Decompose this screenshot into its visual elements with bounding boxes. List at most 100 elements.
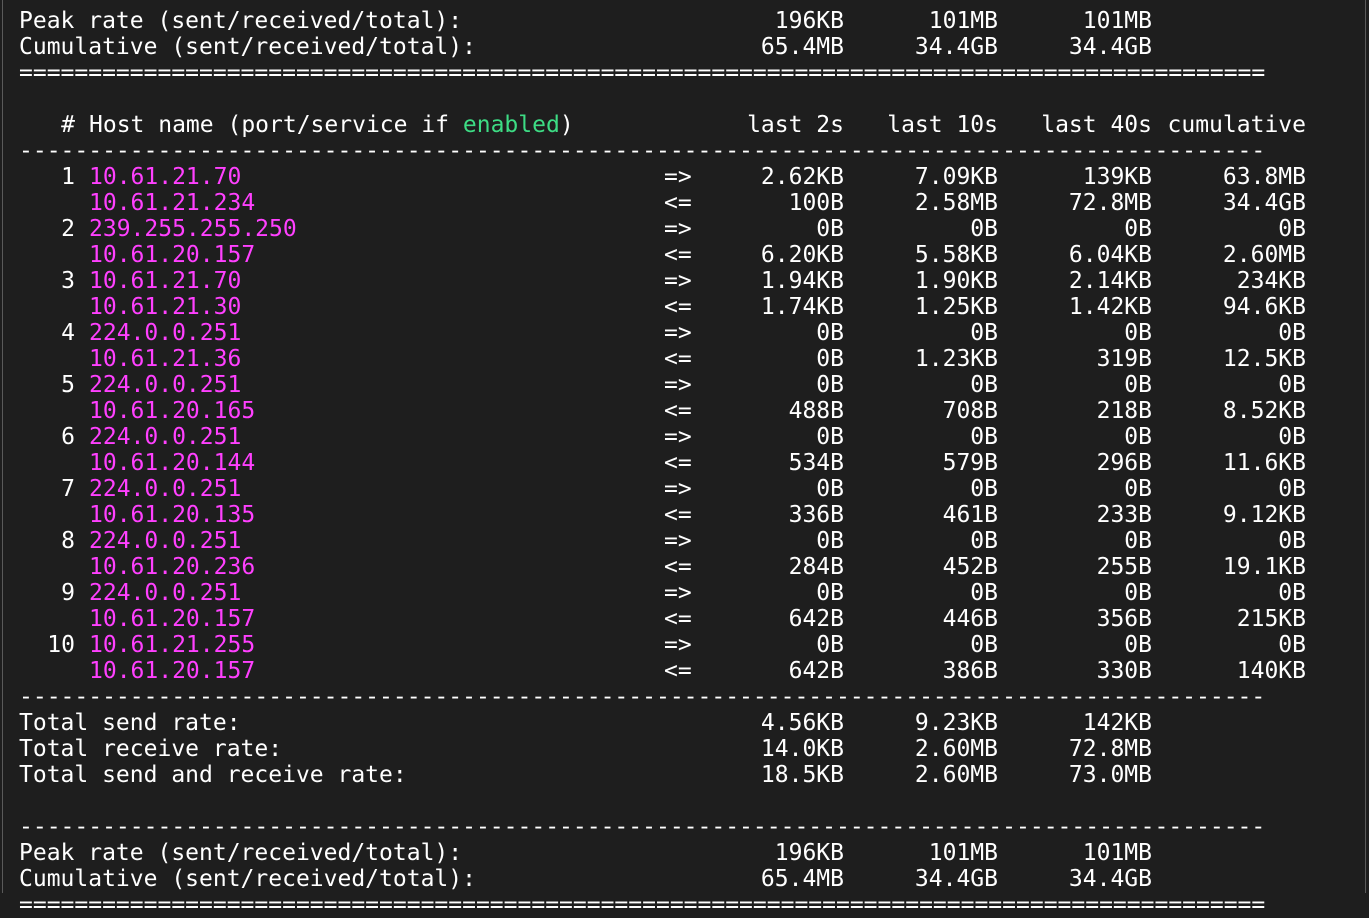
double-rule: ========================================… (19, 892, 1266, 918)
peak-rate-line: Peak rate (sent/received/total): 196KB 101… (19, 840, 1319, 866)
host-name: 10.61.20.135 (89, 502, 256, 528)
direction-arrow: <= (664, 346, 692, 372)
host-name: 224.0.0.251 (89, 476, 242, 502)
row-number: 8 (61, 528, 75, 554)
direction-arrow: <= (664, 398, 692, 424)
total-value: 2.60MB (914, 762, 998, 788)
rate-value: 0B (1124, 424, 1152, 450)
host-name: 10.61.21.36 (89, 346, 242, 372)
row-number: 5 (61, 372, 75, 398)
rate-value: 19.1KB (1222, 554, 1306, 580)
rate-value: 0B (1124, 372, 1152, 398)
column-header: # Host name (port/service if enabled) last… (19, 112, 1319, 138)
direction-arrow: <= (664, 658, 692, 684)
rate-value: 8.52KB (1222, 398, 1306, 424)
host-name: 10.61.20.144 (89, 450, 256, 476)
rate-value: 11.6KB (1222, 450, 1306, 476)
host-name: 10.61.21.70 (89, 164, 242, 190)
row-number: 7 (61, 476, 75, 502)
double-rule: ========================================… (19, 60, 1266, 86)
cumulative-line-value: 65.4MB (760, 34, 844, 60)
rate-value: 12.5KB (1222, 346, 1306, 372)
header-enabled-text: enabled (462, 112, 560, 138)
host-name: 10.61.21.70 (89, 268, 242, 294)
rate-value: 1.42KB (1068, 294, 1152, 320)
peak-rate-line-value: 196KB (774, 8, 844, 34)
host-name: 224.0.0.251 (89, 320, 242, 346)
rate-value: 0B (1278, 424, 1306, 450)
cumulative-line: Cumulative (sent/received/total): 65.4MB 3… (19, 34, 1319, 60)
header-num: # (61, 112, 75, 138)
total-value: 2.60MB (914, 736, 998, 762)
rate-value: 0B (1278, 320, 1306, 346)
rate-value: 356B (1096, 606, 1152, 632)
table-row: 10.61.20.236 <= 284B 452B 255B 19.1KB (19, 554, 1319, 580)
rate-value: 34.4GB (1222, 190, 1306, 216)
rate-value: 0B (816, 346, 844, 372)
host-name: 224.0.0.251 (89, 580, 242, 606)
dashed-rule: ----------------------------------------… (19, 684, 1266, 710)
rate-value: 0B (816, 580, 844, 606)
cumulative-line-value: 34.4GB (914, 34, 998, 60)
rate-value: 0B (970, 632, 998, 658)
rate-value: 284B (788, 554, 844, 580)
rate-value: 100B (788, 190, 844, 216)
table-row: 9 224.0.0.251 => 0B 0B 0B 0B (19, 580, 1319, 606)
rate-value: 1.25KB (914, 294, 998, 320)
direction-arrow: => (664, 580, 692, 606)
rate-value: 0B (1124, 320, 1152, 346)
rate-value: 0B (816, 528, 844, 554)
host-name: 224.0.0.251 (89, 528, 242, 554)
direction-arrow: <= (664, 242, 692, 268)
direction-arrow: <= (664, 502, 692, 528)
rate-value: 6.04KB (1068, 242, 1152, 268)
rate-value: 7.09KB (914, 164, 998, 190)
host-name: 10.61.20.236 (89, 554, 256, 580)
rate-value: 319B (1096, 346, 1152, 372)
cumulative-line-value: 65.4MB (760, 866, 844, 892)
table-row: 10.61.20.144 <= 534B 579B 296B 11.6KB (19, 450, 1319, 476)
cumulative-line-value: 34.4GB (1068, 866, 1152, 892)
rate-value: 0B (816, 476, 844, 502)
rate-value: 0B (816, 216, 844, 242)
rate-value: 6.20KB (760, 242, 844, 268)
peak-rate-line-value: 101MB (928, 840, 998, 866)
row-number: 9 (61, 580, 75, 606)
table-row: 10.61.21.234 <= 100B 2.58MB 72.8MB 34.4GB (19, 190, 1319, 216)
host-name: 10.61.21.30 (89, 294, 242, 320)
peak-rate-line-value: 101MB (928, 8, 998, 34)
table-row: 7 224.0.0.251 => 0B 0B 0B 0B (19, 476, 1319, 502)
rate-value: 461B (942, 502, 998, 528)
rate-value: 5.58KB (914, 242, 998, 268)
host-name: 10.61.20.157 (89, 606, 256, 632)
direction-arrow: => (664, 320, 692, 346)
total-label: Total receive rate: (19, 736, 283, 762)
rate-value: 2.62KB (760, 164, 844, 190)
rate-value: 0B (970, 216, 998, 242)
rate-value: 2.14KB (1068, 268, 1152, 294)
rate-value: 1.94KB (760, 268, 844, 294)
peak-rate-line-value: 101MB (1082, 8, 1152, 34)
direction-arrow: => (664, 268, 692, 294)
table-row: 3 10.61.21.70 => 1.94KB 1.90KB 2.14KB 234KB (19, 268, 1319, 294)
rate-value: 0B (970, 424, 998, 450)
rate-value: 296B (1096, 450, 1152, 476)
rate-value: 488B (788, 398, 844, 424)
total-value: 73.0MB (1068, 762, 1152, 788)
direction-arrow: <= (664, 450, 692, 476)
table-row: 6 224.0.0.251 => 0B 0B 0B 0B (19, 424, 1319, 450)
table-row: 4 224.0.0.251 => 0B 0B 0B 0B (19, 320, 1319, 346)
rate-value: 0B (816, 424, 844, 450)
rate-value: 0B (1278, 528, 1306, 554)
total-line: Total send and receive rate: 18.5KB 2.60MB… (19, 762, 1319, 788)
host-name: 10.61.20.157 (89, 658, 256, 684)
row-number: 6 (61, 424, 75, 450)
direction-arrow: <= (664, 190, 692, 216)
cumulative-line-label: Cumulative (sent/received/total): (19, 866, 476, 892)
terminal-window: Peak rate (sent/received/total): 196KB 101… (2, 0, 1366, 918)
host-name: 224.0.0.251 (89, 424, 242, 450)
rate-value: 0B (970, 320, 998, 346)
rate-value: 0B (970, 580, 998, 606)
rate-value: 534B (788, 450, 844, 476)
rate-value: 63.8MB (1222, 164, 1306, 190)
